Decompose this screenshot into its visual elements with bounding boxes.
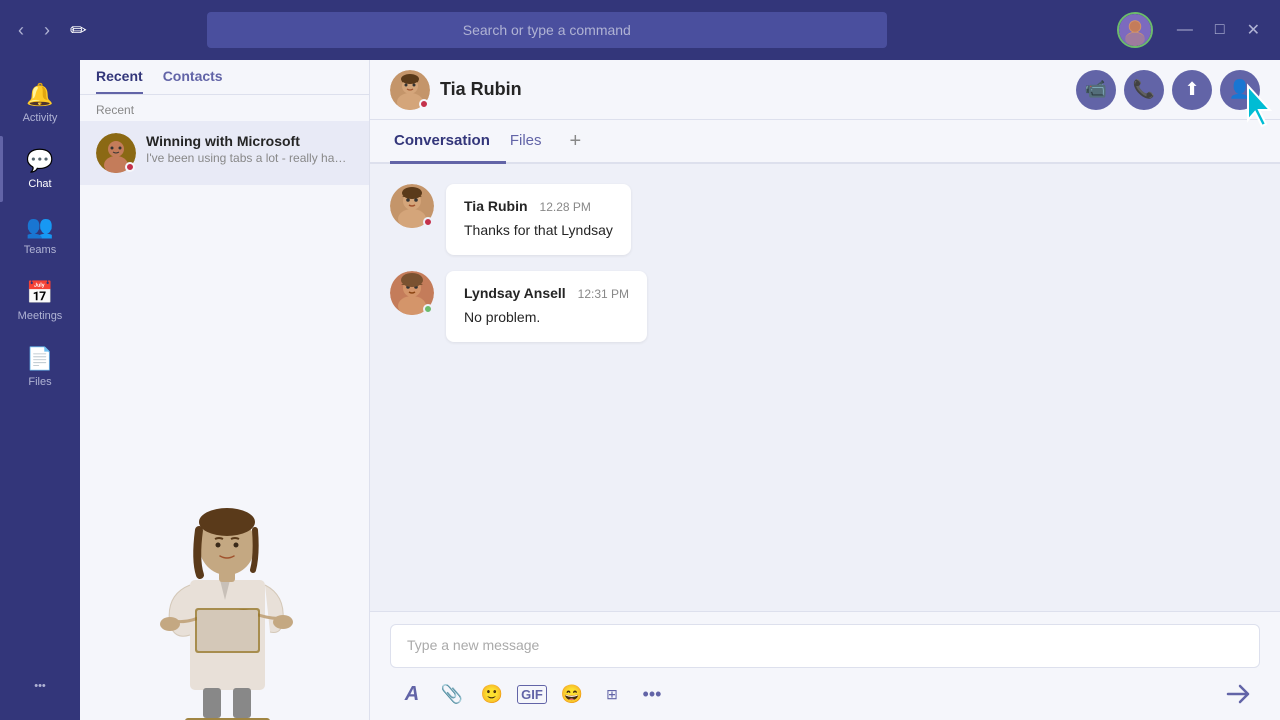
header-status-dot [419, 99, 429, 109]
chat-list: Winning with Microsoft I've been using t… [80, 121, 369, 421]
share-icon: ⬆ [1184, 79, 1199, 100]
emoji-button[interactable]: 🙂 [474, 676, 510, 712]
files-icon: 📄 [26, 346, 53, 372]
sticker-button[interactable]: 😄 [554, 676, 590, 712]
sidebar-item-chat-label: Chat [28, 178, 51, 190]
chat-item-content: Winning with Microsoft I've been using t… [146, 133, 353, 165]
main-container: 🔔 Activity 💬 Chat 👥 Teams 📅 Meetings 📄 F… [0, 60, 1280, 720]
format-icon: A [405, 683, 419, 706]
message-avatar [390, 184, 434, 228]
message-text: No problem. [464, 307, 629, 328]
sidebar-item-teams[interactable]: 👥 Teams [0, 202, 80, 268]
phone-icon: 📞 [1133, 79, 1155, 100]
sidebar-item-meetings-label: Meetings [18, 310, 63, 322]
send-button[interactable] [1220, 676, 1256, 712]
message-time: 12.28 PM [540, 200, 591, 214]
chat-header-name: Tia Rubin [440, 79, 522, 100]
message-sender: Lyndsay Ansell [464, 285, 566, 301]
attach-button[interactable]: 📎 [434, 676, 470, 712]
sidebar-item-chat[interactable]: 💬 Chat [0, 136, 80, 202]
messages-area: Tia Rubin 12.28 PM Thanks for that Lynds… [370, 164, 1280, 611]
meet-button[interactable]: ⊞ [594, 676, 630, 712]
gif-button[interactable]: GIF [514, 676, 550, 712]
more-options-button[interactable]: ••• [634, 676, 670, 712]
sidebar-item-files[interactable]: 📄 Files [0, 334, 80, 400]
sidebar-more-button[interactable]: ••• [0, 668, 80, 704]
chat-main: Tia Rubin 📹 📞 ⬆ 👤 [370, 60, 1280, 720]
tab-contacts[interactable]: Contacts [163, 60, 223, 94]
video-icon: 📹 [1085, 79, 1107, 100]
add-people-button[interactable]: 👤 [1220, 70, 1260, 110]
minimize-button[interactable]: — [1169, 19, 1201, 41]
nav-controls: ‹ › [12, 18, 56, 43]
activity-icon: 🔔 [26, 82, 53, 108]
audio-call-button[interactable]: 📞 [1124, 70, 1164, 110]
tab-conversation[interactable]: Conversation [390, 120, 506, 164]
message-bubble: Lyndsay Ansell 12:31 PM No problem. [390, 271, 1260, 342]
sidebar: 🔔 Activity 💬 Chat 👥 Teams 📅 Meetings 📄 F… [0, 60, 80, 720]
sidebar-item-files-label: Files [28, 376, 51, 388]
message-input[interactable]: Type a new message [390, 624, 1260, 668]
message-meta: Tia Rubin 12.28 PM [464, 198, 613, 214]
message-text: Thanks for that Lyndsay [464, 220, 613, 241]
chat-icon: 💬 [26, 148, 53, 174]
message-toolbar: A 📎 🙂 GIF 😄 ⊞ ••• [390, 676, 1260, 712]
send-icon [1226, 682, 1250, 706]
avatar[interactable] [1117, 12, 1153, 48]
chat-tabs: Recent Contacts [80, 60, 369, 95]
tab-recent[interactable]: Recent [96, 60, 143, 94]
sidebar-item-teams-label: Teams [24, 244, 56, 256]
chat-item-preview: I've been using tabs a lot - really hand… [146, 151, 353, 165]
message-content: Tia Rubin 12.28 PM Thanks for that Lynds… [446, 184, 631, 255]
chat-item-name: Winning with Microsoft [146, 133, 353, 149]
format-text-button[interactable]: A [394, 676, 430, 712]
search-input[interactable] [207, 12, 887, 48]
message-sender: Tia Rubin [464, 198, 528, 214]
meet-icon: ⊞ [606, 686, 618, 703]
chat-header-actions: 📹 📞 ⬆ 👤 [1076, 70, 1260, 110]
message-avatar [390, 271, 434, 315]
more-icon: ••• [643, 684, 662, 705]
tab-files[interactable]: Files [506, 120, 558, 164]
status-dot-busy [125, 162, 135, 172]
share-screen-button[interactable]: ⬆ [1172, 70, 1212, 110]
illustration-area [80, 421, 369, 720]
tab-bar: Conversation Files + [370, 120, 1280, 164]
window-controls: — □ ✕ [1169, 18, 1268, 42]
message-bubble: Tia Rubin 12.28 PM Thanks for that Lynds… [390, 184, 1260, 255]
msg1-status-dot [423, 217, 433, 227]
compose-icon[interactable]: ✏ [70, 18, 87, 43]
more-icon: ••• [34, 680, 46, 692]
gif-icon: GIF [517, 685, 547, 704]
message-input-area: Type a new message A 📎 🙂 GIF 😄 [370, 611, 1280, 720]
list-item[interactable]: Winning with Microsoft I've been using t… [80, 121, 369, 185]
cursor-icon [1240, 82, 1280, 130]
chat-header: Tia Rubin 📹 📞 ⬆ 👤 [370, 60, 1280, 120]
meetings-icon: 📅 [26, 280, 53, 306]
emoji-icon: 🙂 [481, 684, 503, 705]
add-tab-button[interactable]: + [562, 122, 590, 161]
sticker-icon: 😄 [561, 684, 583, 705]
sidebar-item-activity-label: Activity [23, 112, 58, 124]
title-bar: ‹ › ✏ — □ ✕ [0, 0, 1280, 60]
close-button[interactable]: ✕ [1239, 18, 1268, 42]
message-time: 12:31 PM [578, 287, 629, 301]
sidebar-item-meetings[interactable]: 📅 Meetings [0, 268, 80, 334]
video-call-button[interactable]: 📹 [1076, 70, 1116, 110]
msg2-status-dot [423, 304, 433, 314]
chat-item-avatar [96, 133, 136, 173]
nav-back-button[interactable]: ‹ [12, 18, 30, 43]
maximize-button[interactable]: □ [1207, 19, 1233, 41]
attach-icon: 📎 [441, 684, 463, 705]
chat-list-panel: Recent Contacts Recent Wi [80, 60, 370, 720]
message-content: Lyndsay Ansell 12:31 PM No problem. [446, 271, 647, 342]
sidebar-item-activity[interactable]: 🔔 Activity [0, 70, 80, 136]
nav-forward-button[interactable]: › [38, 18, 56, 43]
chat-header-avatar [390, 70, 430, 110]
title-bar-right: — □ ✕ [1117, 12, 1268, 48]
teams-icon: 👥 [26, 214, 53, 240]
recent-label: Recent [80, 95, 369, 121]
message-meta: Lyndsay Ansell 12:31 PM [464, 285, 629, 301]
illustration [135, 440, 315, 720]
